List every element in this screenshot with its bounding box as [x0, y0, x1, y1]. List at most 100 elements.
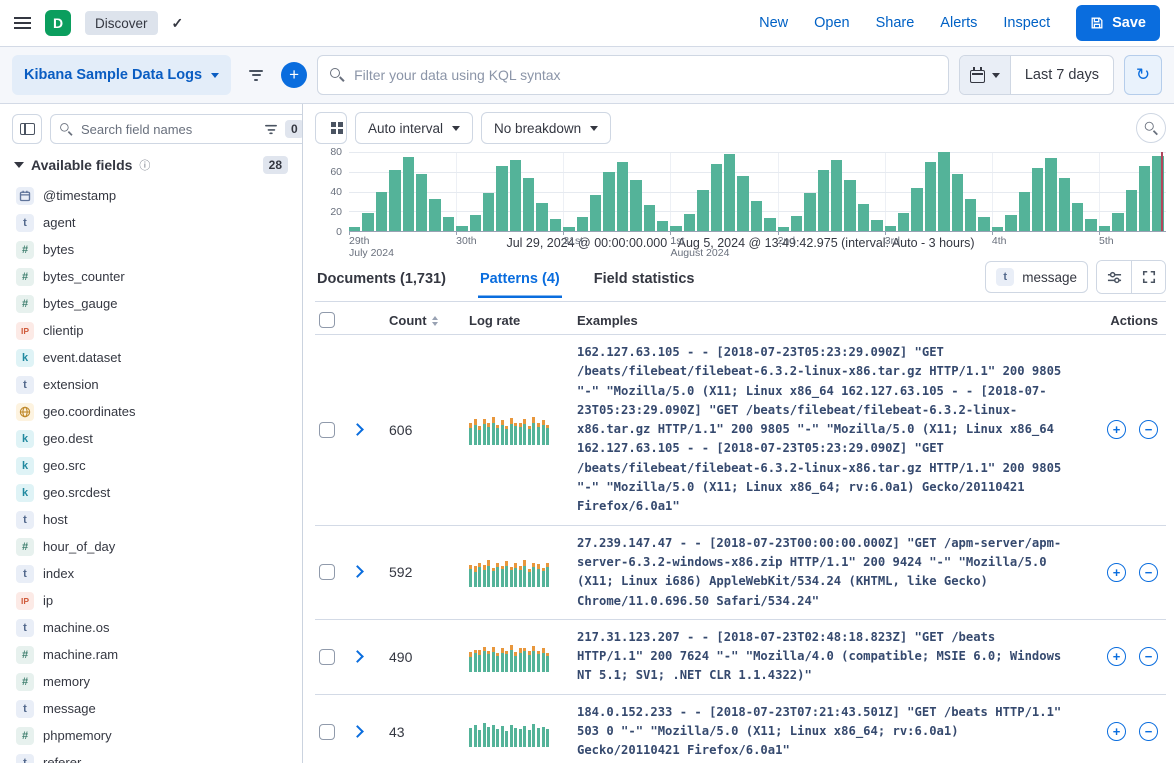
- histogram-bar[interactable]: [362, 213, 373, 231]
- tab-patterns[interactable]: Patterns (4): [478, 263, 562, 298]
- histogram-bar[interactable]: [885, 226, 896, 231]
- filter-for-pattern-button[interactable]: +: [1107, 647, 1126, 666]
- inspect-link[interactable]: Inspect: [1003, 15, 1050, 31]
- field-item-bytes_counter[interactable]: #bytes_counter: [12, 263, 290, 290]
- expand-row-icon[interactable]: [351, 565, 364, 578]
- field-item-ip[interactable]: IPip: [12, 587, 290, 614]
- histogram-bar[interactable]: [911, 188, 922, 231]
- breakdown-select[interactable]: No breakdown: [481, 112, 611, 144]
- histogram-bar[interactable]: [684, 214, 695, 231]
- histogram-bar[interactable]: [1032, 168, 1043, 231]
- new-link[interactable]: New: [759, 15, 788, 31]
- histogram-bar[interactable]: [577, 217, 588, 231]
- field-item-memory[interactable]: #memory: [12, 668, 290, 695]
- histogram-bar[interactable]: [550, 219, 561, 231]
- add-filter-button[interactable]: +: [281, 62, 307, 88]
- field-search-input[interactable]: [81, 122, 257, 137]
- date-quick-menu-button[interactable]: [960, 56, 1011, 94]
- histogram-bar[interactable]: [925, 162, 936, 231]
- search-session-button[interactable]: [1136, 113, 1166, 143]
- histogram-bar[interactable]: [978, 217, 989, 231]
- row-checkbox[interactable]: [319, 564, 335, 580]
- histogram-bar[interactable]: [443, 217, 454, 231]
- field-item-geo.srcdest[interactable]: kgeo.srcdest: [12, 479, 290, 506]
- pattern-field-selector[interactable]: t message: [985, 261, 1088, 293]
- histogram-bar[interactable]: [429, 199, 440, 231]
- histogram-bar[interactable]: [858, 204, 869, 231]
- histogram-bar[interactable]: [1085, 219, 1096, 231]
- edit-visualization-button[interactable]: [315, 112, 347, 144]
- field-item-geo.src[interactable]: kgeo.src: [12, 452, 290, 479]
- save-button[interactable]: Save: [1076, 5, 1160, 41]
- tab-documents[interactable]: Documents (1,731): [315, 263, 448, 298]
- field-item-phpmemory[interactable]: #phpmemory: [12, 722, 290, 749]
- fullscreen-button[interactable]: [1131, 261, 1165, 293]
- field-item-machine.ram[interactable]: #machine.ram: [12, 641, 290, 668]
- histogram-bar[interactable]: [483, 193, 494, 231]
- row-checkbox[interactable]: [319, 724, 335, 740]
- histogram-bar[interactable]: [1019, 192, 1030, 232]
- open-link[interactable]: Open: [814, 15, 849, 31]
- field-item-geo.coordinates[interactable]: geo.coordinates: [12, 398, 290, 425]
- field-item-hour_of_day[interactable]: #hour_of_day: [12, 533, 290, 560]
- histogram-bar[interactable]: [376, 192, 387, 232]
- histogram-bar[interactable]: [831, 160, 842, 231]
- filter-out-pattern-button[interactable]: −: [1139, 563, 1158, 582]
- histogram-bar[interactable]: [644, 205, 655, 231]
- row-checkbox[interactable]: [319, 422, 335, 438]
- histogram-bar[interactable]: [670, 226, 681, 231]
- data-view-picker[interactable]: Kibana Sample Data Logs: [12, 55, 231, 95]
- histogram-bar[interactable]: [737, 176, 748, 231]
- row-checkbox[interactable]: [319, 649, 335, 665]
- pattern-controls-button[interactable]: [1097, 261, 1131, 293]
- histogram-bar[interactable]: [510, 160, 521, 231]
- histogram-bar[interactable]: [697, 190, 708, 231]
- histogram-bar[interactable]: [871, 220, 882, 231]
- select-all-checkbox[interactable]: [319, 312, 335, 328]
- field-item-@timestamp[interactable]: @timestamp: [12, 182, 290, 209]
- kql-search-bar[interactable]: [317, 55, 949, 95]
- breadcrumb[interactable]: Discover: [85, 11, 158, 35]
- histogram-bar[interactable]: [496, 166, 507, 231]
- filter-for-pattern-button[interactable]: +: [1107, 722, 1126, 741]
- field-item-geo.dest[interactable]: kgeo.dest: [12, 425, 290, 452]
- histogram-bar[interactable]: [590, 195, 601, 231]
- histogram-bar[interactable]: [711, 164, 722, 231]
- histogram-bar[interactable]: [791, 216, 802, 231]
- histogram-bar[interactable]: [952, 174, 963, 231]
- histogram-bar[interactable]: [657, 221, 668, 231]
- share-link[interactable]: Share: [876, 15, 915, 31]
- histogram-bar[interactable]: [563, 227, 574, 231]
- histogram-bar[interactable]: [536, 203, 547, 231]
- filter-for-pattern-button[interactable]: +: [1107, 420, 1126, 439]
- chevron-down-icon[interactable]: [14, 162, 24, 168]
- field-filter-icon[interactable]: [265, 124, 277, 133]
- histogram-bar[interactable]: [1059, 178, 1070, 231]
- histogram-bar[interactable]: [751, 201, 762, 231]
- histogram-bar[interactable]: [818, 170, 829, 231]
- expand-row-icon[interactable]: [351, 650, 364, 663]
- histogram-bar[interactable]: [456, 226, 467, 231]
- histogram-bar[interactable]: [992, 227, 1003, 231]
- field-item-clientip[interactable]: IPclientip: [12, 317, 290, 344]
- histogram-bar[interactable]: [1126, 190, 1137, 231]
- kql-search-input[interactable]: [354, 67, 936, 83]
- menu-icon[interactable]: [14, 17, 31, 30]
- field-item-index[interactable]: tindex: [12, 560, 290, 587]
- alerts-link[interactable]: Alerts: [940, 15, 977, 31]
- field-item-bytes[interactable]: #bytes: [12, 236, 290, 263]
- histogram-bar[interactable]: [1112, 213, 1123, 231]
- histogram-bar[interactable]: [630, 180, 641, 231]
- filter-for-pattern-button[interactable]: +: [1107, 563, 1126, 582]
- histogram-bar[interactable]: [617, 162, 628, 231]
- histogram-bar[interactable]: [1005, 215, 1016, 231]
- field-item-referer[interactable]: treferer: [12, 749, 290, 763]
- filter-out-pattern-button[interactable]: −: [1139, 647, 1158, 666]
- field-item-host[interactable]: thost: [12, 506, 290, 533]
- saved-query-menu-button[interactable]: [241, 57, 271, 93]
- histogram-bar[interactable]: [1072, 203, 1083, 231]
- histogram-bar[interactable]: [778, 227, 789, 231]
- expand-row-icon[interactable]: [351, 725, 364, 738]
- time-range-button[interactable]: Last 7 days: [1011, 56, 1113, 94]
- refresh-button[interactable]: ↻: [1124, 55, 1162, 95]
